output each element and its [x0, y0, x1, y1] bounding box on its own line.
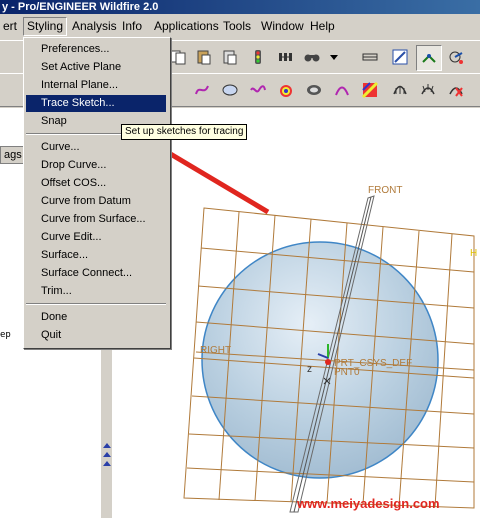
- wave-icon: [250, 85, 266, 93]
- title-bar: y - Pro/ENGINEER Wildfire 2.0: [0, 0, 480, 14]
- menu-item-internal-plane[interactable]: Internal Plane...: [26, 77, 166, 94]
- delete-analysis-icon: [449, 87, 463, 97]
- watermark: www.meiyadesign.com: [297, 496, 440, 511]
- wave-curve-button[interactable]: [246, 78, 270, 102]
- menu-item-offset-cos[interactable]: Offset COS...: [26, 175, 166, 192]
- menu-applications[interactable]: Applications: [151, 18, 222, 35]
- model-tree-tab[interactable]: ags: [0, 146, 26, 164]
- model-tree-line: ep: [0, 330, 11, 340]
- front-plane-label: FRONT: [368, 185, 403, 196]
- binoculars-icon: [304, 54, 320, 62]
- menu-help[interactable]: Help: [307, 18, 338, 35]
- paste-icon: [197, 50, 211, 65]
- reflection-icon: [362, 82, 378, 98]
- delete-analysis-button[interactable]: [444, 78, 468, 102]
- menu-bar: ert Styling Analysis Info Applications T…: [0, 14, 480, 38]
- datum-plane-button[interactable]: [358, 45, 382, 69]
- menu-item-trace-sketch[interactable]: Trace Sketch...: [26, 95, 166, 112]
- datum-plane-icon: [362, 53, 378, 61]
- menu-item-curve[interactable]: Curve...: [26, 139, 166, 156]
- shade-icon: [307, 85, 321, 95]
- top-plane-label: H: [470, 248, 478, 259]
- menu-info[interactable]: Info: [119, 18, 145, 35]
- coordinate-system-icon: [449, 51, 463, 64]
- menu-item-drop-curve[interactable]: Drop Curve...: [26, 157, 166, 174]
- surface-tool-button[interactable]: [218, 78, 242, 102]
- model-tree-button[interactable]: [274, 45, 298, 69]
- right-plane-label: RIGHT: [200, 345, 232, 356]
- menu-tools[interactable]: Tools: [220, 18, 254, 35]
- datum-point-icon: [422, 54, 436, 63]
- curve-icon: [195, 85, 209, 95]
- menu-item-set-active-plane[interactable]: Set Active Plane: [26, 59, 166, 76]
- draft-icon: [335, 86, 349, 96]
- comb-icon: [421, 84, 435, 95]
- axis-label: z: [307, 364, 312, 375]
- datum-axis-icon: [392, 49, 408, 65]
- copy-icon: [170, 50, 186, 65]
- curvature-icon: [393, 85, 407, 95]
- view-manager-button[interactable]: [300, 45, 324, 69]
- regenerate-button[interactable]: [246, 45, 270, 69]
- paste-special-icon: [223, 50, 237, 65]
- rainbow-icon: [280, 85, 292, 97]
- surface-icon: [222, 84, 238, 96]
- curve-tool-button[interactable]: [190, 78, 214, 102]
- point-label: PNT0: [334, 367, 360, 378]
- paste-special-button[interactable]: [218, 45, 242, 69]
- menu-item-curve-from-datum[interactable]: Curve from Datum: [26, 193, 166, 210]
- menu-item-curve-from-surface[interactable]: Curve from Surface...: [26, 211, 166, 228]
- menu-item-trim[interactable]: Trim...: [26, 283, 166, 300]
- csys-button[interactable]: [444, 45, 468, 69]
- datum-axis-button[interactable]: [388, 45, 412, 69]
- expand-arrow-icon: [103, 461, 111, 466]
- view-dropdown[interactable]: [324, 45, 340, 69]
- curvature-button[interactable]: [388, 78, 412, 102]
- menu-insert[interactable]: ert: [0, 18, 20, 35]
- menu-item-surface[interactable]: Surface...: [26, 247, 166, 264]
- menu-item-curve-edit[interactable]: Curve Edit...: [26, 229, 166, 246]
- draft-analysis-button[interactable]: [330, 78, 354, 102]
- window-title: y - Pro/ENGINEER Wildfire 2.0: [2, 1, 159, 13]
- paste-button[interactable]: [192, 45, 216, 69]
- surface-analysis-button[interactable]: [274, 78, 298, 102]
- menu-separator: [26, 303, 166, 305]
- tooltip: Set up sketches for tracing: [121, 124, 248, 140]
- menu-item-quit[interactable]: Quit: [26, 327, 166, 344]
- model-tree-icon: [279, 53, 292, 61]
- styling-dropdown-menu: Preferences... Set Active Plane Internal…: [23, 37, 171, 349]
- datum-point-button[interactable]: [416, 45, 442, 71]
- chevron-down-icon: [330, 55, 338, 60]
- menu-analysis[interactable]: Analysis: [69, 18, 120, 35]
- section-button[interactable]: [416, 78, 440, 102]
- traffic-light-icon: [255, 50, 261, 64]
- menu-item-surface-connect[interactable]: Surface Connect...: [26, 265, 166, 282]
- shade-button[interactable]: [302, 78, 326, 102]
- menu-window[interactable]: Window: [258, 18, 307, 35]
- reflection-button[interactable]: [358, 78, 382, 102]
- expand-arrow-icon: [103, 452, 111, 457]
- menu-item-preferences[interactable]: Preferences...: [26, 41, 166, 58]
- menu-item-done[interactable]: Done: [26, 309, 166, 326]
- expand-arrow-icon: [103, 443, 111, 448]
- menu-styling[interactable]: Styling: [23, 17, 68, 36]
